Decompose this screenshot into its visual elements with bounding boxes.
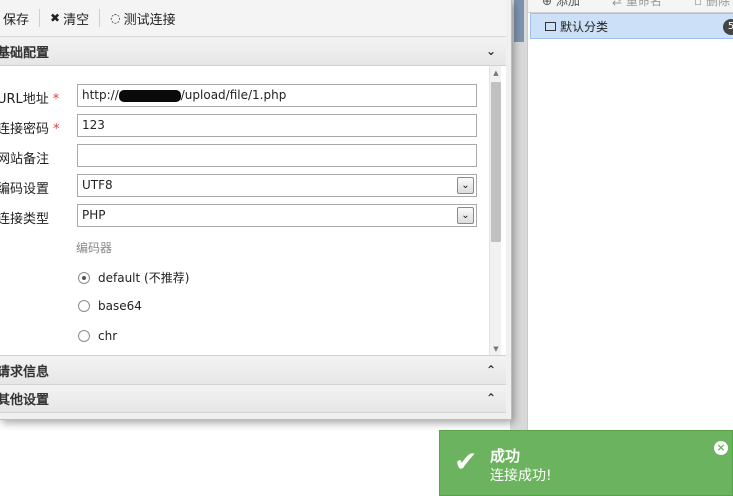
section-other-header[interactable]: 其他设置 ⌃ [0, 385, 506, 413]
chevron-down-icon[interactable]: ⌄ [457, 177, 474, 194]
encoding-label: 编码设置 [0, 182, 50, 197]
plus-circle-icon: ⊕ [542, 0, 556, 8]
panel-scrollbar[interactable]: ▲ ▼ [489, 66, 502, 355]
test-connection-button[interactable]: ◌ 测试连接 [104, 6, 182, 30]
redacted-host [118, 89, 181, 102]
spinner-icon: ◌ [110, 11, 121, 25]
scroll-down-icon[interactable]: ▼ [490, 342, 502, 355]
save-button[interactable]: 保存 [0, 6, 35, 30]
delete-icon: ▫ [694, 0, 706, 8]
url-label: URL地址 * [0, 92, 60, 107]
folder-icon [545, 21, 556, 31]
count-badge: 5 [723, 19, 733, 35]
add-category-button[interactable]: ⊕ 添加 [542, 0, 580, 10]
section-basic-header[interactable]: 基础配置 ⌄ [0, 38, 506, 66]
category-toolbar: ⊕ 添加 ⇄ 重命名 ▫ 删除 [528, 0, 733, 13]
note-label: 网站备注 [0, 152, 50, 167]
close-icon: ✖ [50, 11, 61, 25]
radio-unselected[interactable] [78, 300, 90, 312]
window-divider-header [514, 0, 524, 42]
toast-message: 连接成功! [490, 468, 552, 484]
type-label: 连接类型 [0, 212, 50, 227]
close-icon[interactable]: × [714, 441, 728, 455]
category-label: 默认分类 [560, 19, 609, 34]
rename-icon: ⇄ [612, 0, 626, 8]
radio-unselected[interactable] [78, 330, 90, 342]
encoder-option-chr[interactable]: chr [78, 329, 117, 343]
chevron-down-icon[interactable]: ⌄ [457, 207, 474, 224]
scroll-up-icon[interactable]: ▲ [490, 66, 502, 80]
category-panel: ⊕ 添加 ⇄ 重命名 ▫ 删除 默认分类 5 [527, 0, 733, 496]
encoder-option-default[interactable]: default (不推荐) [78, 269, 189, 286]
url-field[interactable]: http:///upload/file/1.php [77, 84, 477, 107]
checkmark-icon: ✔ [454, 445, 478, 478]
encoder-group-label: 编码器 [76, 241, 113, 255]
clear-button[interactable]: ✖ 清空 [44, 6, 95, 30]
chevron-up-icon: ⌃ [485, 391, 496, 405]
radio-selected[interactable] [78, 271, 90, 284]
add-shell-dialog: 保存 ✖ 清空 ◌ 测试连接 基础配置 ⌄ URL地址 * http:///upl… [0, 0, 512, 420]
success-toast: ✔ 成功 连接成功! × [439, 430, 733, 496]
chevron-down-icon: ⌄ [485, 44, 496, 58]
category-item-default[interactable]: 默认分类 5 [530, 13, 733, 39]
dialog-toolbar: 保存 ✖ 清空 ◌ 测试连接 [0, 0, 506, 37]
delete-category-button[interactable]: ▫ 删除 [694, 0, 730, 10]
toast-title: 成功 [490, 447, 521, 465]
type-select[interactable]: PHP ⌄ [77, 204, 477, 227]
rename-category-button[interactable]: ⇄ 重命名 [612, 0, 662, 10]
toolbar-separator [39, 9, 41, 27]
toolbar-separator [99, 9, 101, 27]
scrollbar-thumb[interactable] [491, 82, 501, 242]
encoding-select[interactable]: UTF8 ⌄ [77, 174, 477, 197]
section-request-header[interactable]: 请求信息 ⌃ [0, 357, 506, 385]
window-divider [510, 0, 527, 430]
encoder-option-base64[interactable]: base64 [78, 299, 142, 313]
note-field[interactable] [77, 144, 477, 167]
basic-config-panel: URL地址 * http:///upload/file/1.php 连接密码 * 1… [0, 66, 506, 356]
password-field[interactable]: 123 [77, 114, 477, 137]
password-label: 连接密码 * [0, 122, 60, 137]
chevron-up-icon: ⌃ [485, 363, 496, 377]
